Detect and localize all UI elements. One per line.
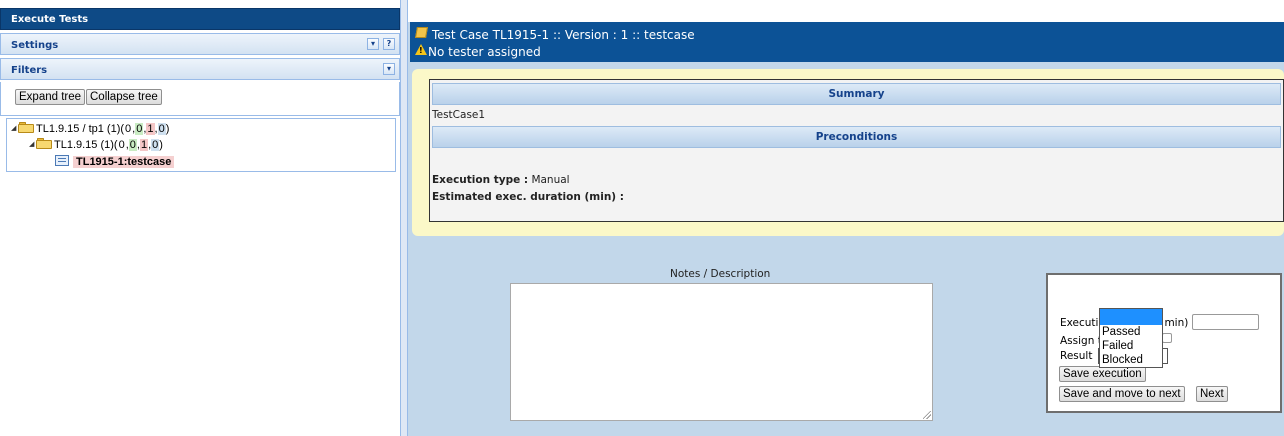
next-button[interactable]: Next — [1196, 386, 1228, 402]
filters-accordion[interactable]: Filters ▾ — [0, 58, 400, 80]
tree-node-root[interactable]: ◢ TL1.9.15 / tp1 (1)(0,0,1,0) — [11, 122, 169, 136]
test-tree: ◢ TL1.9.15 / tp1 (1)(0,0,1,0) ◢ TL1.9.15 (… — [6, 118, 396, 172]
result-option-failed[interactable]: Failed — [1100, 339, 1162, 353]
summary-text: TestCase1 — [432, 109, 486, 121]
execution-type: Execution type : Manual — [432, 174, 570, 186]
count-not-run: 0 — [125, 123, 132, 135]
settings-accordion[interactable]: Settings ▾ ? — [0, 33, 400, 55]
count-passed: 0 — [128, 139, 137, 151]
tree-node-close: ) — [165, 123, 170, 135]
tree-node-suite[interactable]: ◢ TL1.9.15 (1)(0,0,1,0) — [29, 138, 163, 152]
resize-grip-icon[interactable] — [923, 411, 931, 419]
tree-node-testcase-label[interactable]: TL1915-1:testcase — [73, 156, 175, 168]
notes-label: Notes / Description — [670, 268, 771, 280]
exec-duration-label-right: min) — [1164, 317, 1189, 329]
no-tester-warning: No tester assigned — [428, 45, 541, 59]
notes-textarea[interactable] — [510, 283, 933, 421]
summary-heading: Summary — [432, 83, 1281, 105]
exec-duration-label-left: Executi — [1060, 317, 1099, 329]
testcase-icon — [55, 155, 69, 166]
save-execution-button[interactable]: Save execution — [1059, 366, 1146, 382]
assign-label: Assign t — [1060, 335, 1102, 347]
expand-arrow-icon[interactable]: ◢ — [11, 122, 18, 136]
settings-label: Settings — [11, 40, 59, 51]
edit-icon — [415, 27, 428, 38]
summary-box: Summary TestCase1 Preconditions Executio… — [429, 79, 1284, 222]
collapse-tree-button[interactable]: Collapse tree — [86, 89, 162, 105]
assign-checkbox[interactable] — [1162, 333, 1172, 343]
left-panel: Execute Tests Settings ▾ ? Filters ▾ Exp… — [0, 0, 400, 436]
expand-tree-button[interactable]: Expand tree — [15, 89, 86, 105]
tree-node-root-label: TL1.9.15 / tp1 (1)( — [36, 123, 125, 135]
execution-panel: Result ▼ Executimin) Assign t Save execu… — [1046, 273, 1282, 413]
right-panel: Test Case TL1915-1 :: Version : 1 :: tes… — [408, 0, 1284, 436]
count-blocked: 0 — [157, 123, 166, 135]
tree-node-close: ) — [159, 139, 163, 151]
execution-type-label: Execution type : — [432, 174, 529, 186]
testcase-title: Test Case TL1915-1 :: Version : 1 :: tes… — [432, 28, 695, 42]
help-icon[interactable]: ? — [383, 38, 395, 50]
count-not-run: 0 — [118, 139, 125, 151]
result-dropdown-list[interactable]: Passed Failed Blocked — [1099, 308, 1163, 368]
folder-icon — [18, 122, 34, 133]
tree-node-suite-label: TL1.9.15 (1)( — [54, 139, 118, 151]
filters-label: Filters — [11, 65, 48, 76]
result-option-blank[interactable] — [1100, 309, 1162, 325]
tree-node-testcase[interactable]: TL1915-1:testcase — [55, 155, 175, 169]
settings-toggle-icon[interactable]: ▾ — [367, 38, 379, 50]
tree-buttons-bar: Expand tree Collapse tree — [0, 82, 400, 116]
exec-duration-input[interactable] — [1192, 314, 1259, 330]
estimated-duration-label: Estimated exec. duration (min) : — [432, 191, 624, 203]
result-option-blocked[interactable]: Blocked — [1100, 353, 1162, 367]
execute-tests-title: Execute Tests — [0, 8, 400, 30]
panel-splitter[interactable] — [400, 0, 408, 436]
testcase-info-area: Summary TestCase1 Preconditions Executio… — [412, 69, 1284, 236]
count-passed: 0 — [135, 123, 144, 135]
expand-arrow-icon[interactable]: ◢ — [29, 138, 36, 152]
folder-icon — [36, 138, 52, 149]
warning-icon: ! — [415, 44, 427, 55]
result-option-passed[interactable]: Passed — [1100, 325, 1162, 339]
count-failed: 1 — [146, 123, 155, 135]
right-top-spacer — [408, 0, 1284, 22]
save-and-next-button[interactable]: Save and move to next — [1059, 386, 1185, 402]
result-label: Result — [1060, 350, 1093, 362]
count-failed: 1 — [139, 139, 149, 151]
testcase-header: Test Case TL1915-1 :: Version : 1 :: tes… — [410, 22, 1284, 62]
preconditions-heading: Preconditions — [432, 126, 1281, 148]
filters-toggle-icon[interactable]: ▾ — [383, 63, 395, 75]
execution-type-value: Manual — [531, 174, 570, 186]
